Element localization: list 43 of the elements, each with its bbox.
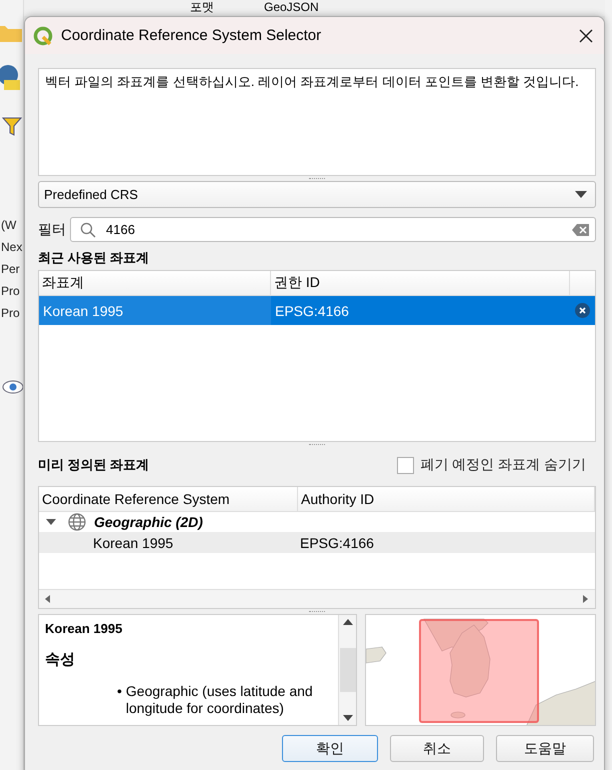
column-header[interactable]: Authority ID [298, 487, 595, 511]
remove-icon[interactable] [575, 303, 590, 318]
dialog-button[interactable]: 확인 [282, 735, 378, 762]
app-logo-icon [33, 26, 53, 46]
dialog-button[interactable]: 취소 [390, 735, 484, 762]
hide-deprecated-checkbox[interactable]: 폐기 예정인 좌표계 숨기기 [397, 456, 586, 474]
scroll-up-icon[interactable] [342, 619, 352, 625]
field-value: GeoJSON [264, 0, 319, 14]
layer-label: Pro [1, 283, 20, 300]
eye-icon[interactable] [2, 380, 23, 394]
search-icon [80, 222, 96, 238]
globe-icon [67, 513, 87, 531]
dialog-button[interactable]: 도움말 [496, 735, 594, 762]
crs-name: Korean 1995 [45, 621, 124, 636]
filter-field[interactable]: 4166 [70, 217, 596, 242]
bullet-marker: • [117, 683, 122, 700]
dropdown-arrow-icon[interactable] [575, 191, 587, 198]
tree-row[interactable]: Korean 1995 EPSG:4166 [39, 532, 595, 553]
clear-icon[interactable] [572, 224, 589, 236]
window-title: Coordinate Reference System Selector [61, 27, 322, 44]
layer-label: Pro [1, 305, 20, 322]
section-heading: 속성 [45, 650, 76, 669]
description-text: 벡터 파일의 좌표계를 선택하십시오. 레이어 좌표계로부터 데이터 포인트를 변환할 것입니다. [38, 68, 596, 176]
column-header[interactable]: 권한 ID [271, 271, 570, 295]
section-heading: 미리 정의된 좌표계 [38, 456, 150, 474]
crs-type-dropdown[interactable]: Predefined CRS [38, 181, 596, 208]
field-label: 포맷 [190, 0, 214, 14]
close-icon[interactable] [578, 28, 594, 44]
filter-label: 필터 [38, 220, 67, 238]
column-header[interactable]: 좌표계 [39, 271, 271, 295]
layer-label: Nex [1, 239, 22, 256]
table-row[interactable]: Korean 1995 EPSG:4166 [39, 296, 595, 325]
scroll-down-icon[interactable] [342, 715, 352, 721]
layer-label: (W [1, 217, 16, 234]
section-heading: 최근 사용된 좌표계 [38, 249, 150, 267]
layer-label: Per [1, 261, 20, 278]
bullet-item: Geographic (uses latitude and longitude for coordinates) [126, 683, 314, 717]
filter-icon[interactable] [2, 116, 22, 136]
globe-icon[interactable] [0, 64, 22, 90]
group-label[interactable]: Geographic (2D) [94, 514, 203, 530]
vertical-scrollbar[interactable] [338, 615, 356, 725]
horizontal-scrollbar[interactable] [39, 589, 595, 608]
column-header[interactable]: Coordinate Reference System [39, 487, 298, 511]
